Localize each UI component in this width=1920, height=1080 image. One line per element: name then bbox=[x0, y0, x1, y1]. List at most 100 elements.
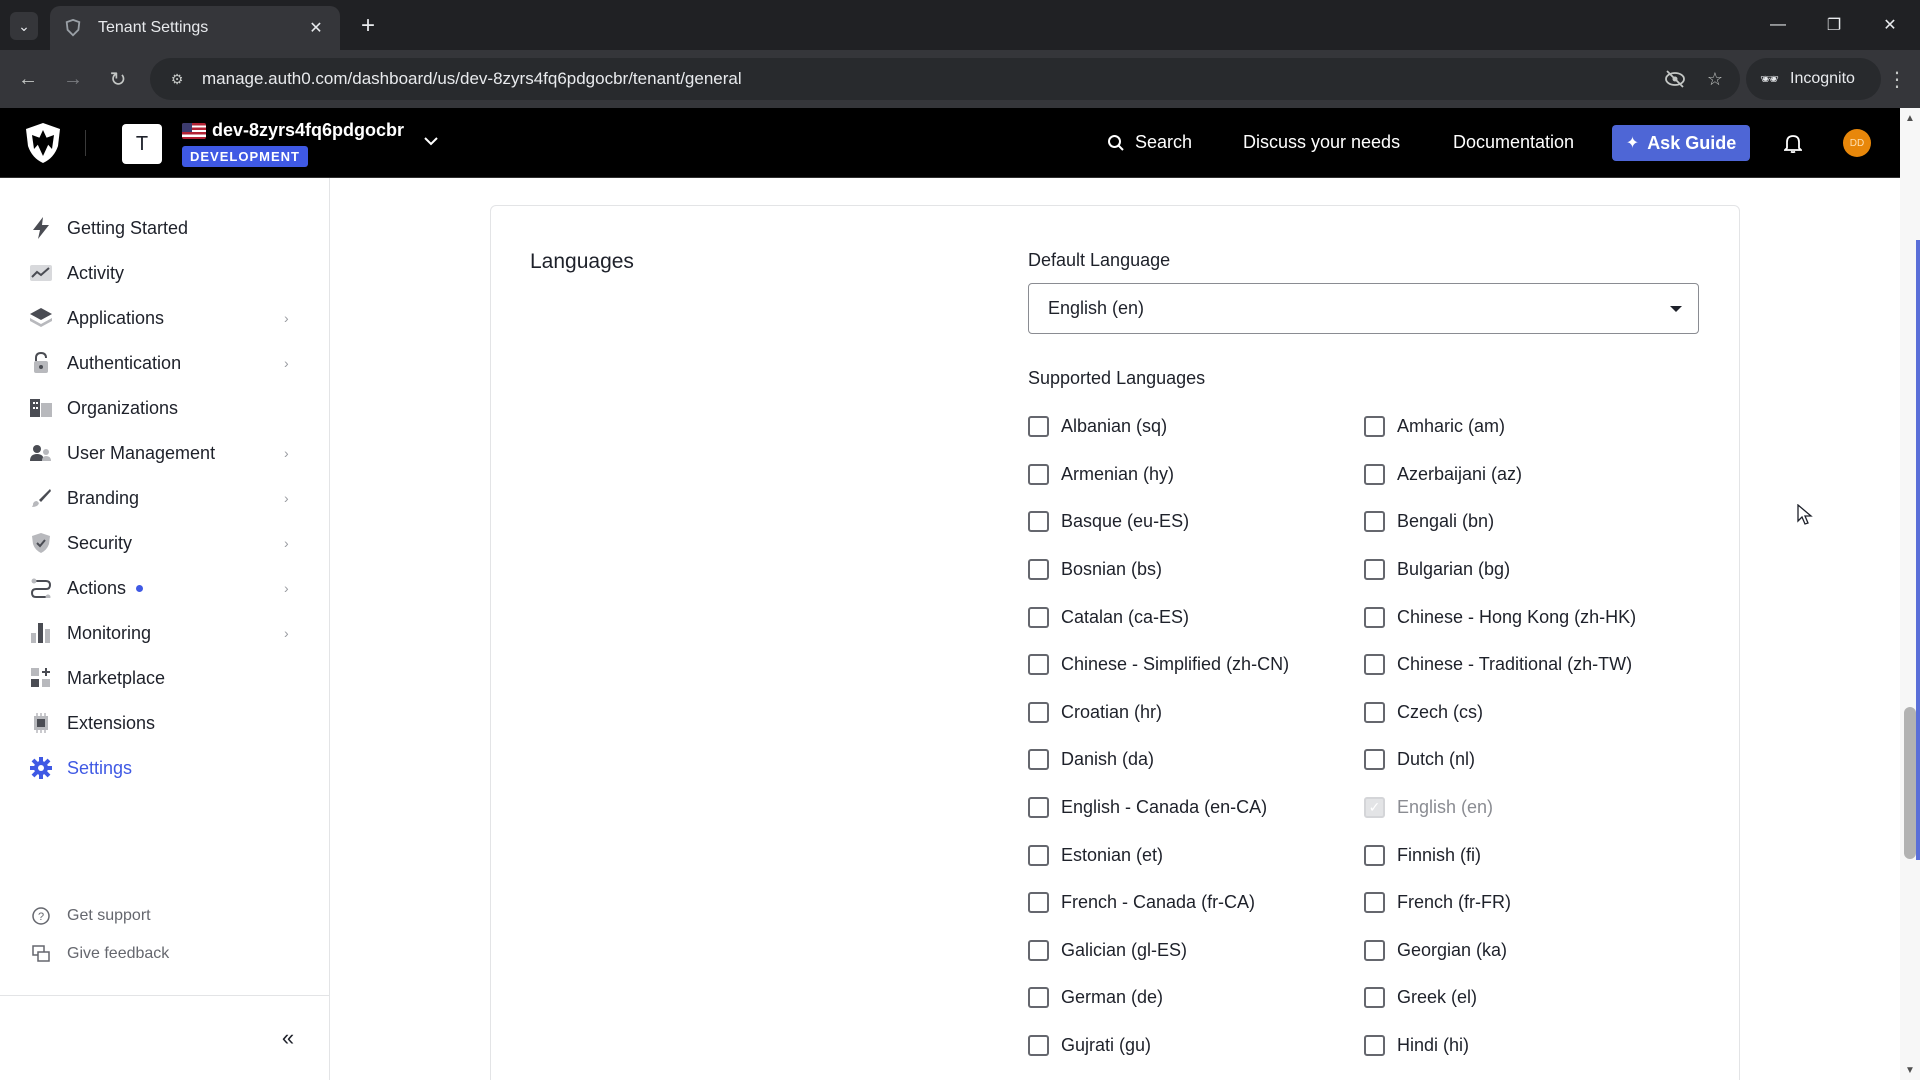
language-checkbox[interactable] bbox=[1028, 654, 1049, 676]
language-option[interactable]: Gujrati (gu) bbox=[1028, 1022, 1364, 1070]
ask-guide-button[interactable]: ✦ Ask Guide bbox=[1612, 125, 1750, 161]
language-checkbox[interactable] bbox=[1364, 654, 1385, 676]
sidebar-item-extensions[interactable]: Extensions bbox=[30, 705, 300, 741]
sidebar-item-branding[interactable]: Branding › bbox=[30, 480, 300, 516]
sidebar-item-marketplace[interactable]: Marketplace bbox=[30, 660, 300, 696]
scroll-thumb[interactable] bbox=[1904, 707, 1916, 859]
sidebar-item-user-management[interactable]: User Management › bbox=[30, 435, 300, 471]
sidebar-item-organizations[interactable]: Organizations bbox=[30, 390, 300, 426]
sidebar-item-applications[interactable]: Applications › bbox=[30, 300, 300, 336]
language-checkbox[interactable] bbox=[1364, 844, 1385, 866]
reload-icon[interactable]: ↻ bbox=[103, 64, 133, 94]
language-checkbox[interactable] bbox=[1028, 511, 1049, 533]
language-checkbox[interactable] bbox=[1028, 463, 1049, 485]
forward-icon[interactable]: → bbox=[58, 64, 88, 94]
discuss-needs-link[interactable]: Discuss your needs bbox=[1243, 132, 1400, 153]
language-checkbox[interactable] bbox=[1028, 892, 1049, 914]
bookmark-star-icon[interactable]: ☆ bbox=[1700, 64, 1730, 94]
language-checkbox[interactable] bbox=[1364, 511, 1385, 533]
language-checkbox[interactable] bbox=[1028, 987, 1049, 1009]
tenant-switcher[interactable]: dev-8zyrs4fq6pdgocbr DEVELOPMENT bbox=[182, 120, 404, 167]
language-option[interactable]: Bulgarian (bg) bbox=[1364, 546, 1700, 594]
language-checkbox[interactable] bbox=[1364, 987, 1385, 1009]
tenant-name[interactable]: dev-8zyrs4fq6pdgocbr bbox=[212, 120, 404, 141]
documentation-link[interactable]: Documentation bbox=[1453, 132, 1574, 153]
language-checkbox[interactable] bbox=[1028, 844, 1049, 866]
default-language-select[interactable]: English (en) bbox=[1028, 283, 1699, 334]
sidebar-item-authentication[interactable]: Authentication › bbox=[30, 345, 300, 381]
language-option[interactable]: Estonian (et) bbox=[1028, 831, 1364, 879]
language-option[interactable]: Chinese - Simplified (zh-CN) bbox=[1028, 641, 1364, 689]
language-checkbox[interactable] bbox=[1364, 559, 1385, 581]
language-option[interactable]: Azerbaijani (az) bbox=[1364, 451, 1700, 499]
incognito-badge[interactable]: 🕶 Incognito bbox=[1746, 58, 1881, 100]
language-option[interactable]: Catalan (ca-ES) bbox=[1028, 593, 1364, 641]
language-checkbox[interactable] bbox=[1364, 749, 1385, 771]
tab-search-icon[interactable]: ⌄ bbox=[10, 12, 38, 40]
language-checkbox[interactable] bbox=[1364, 606, 1385, 628]
language-checkbox[interactable] bbox=[1028, 797, 1049, 819]
tab-close-icon[interactable]: ✕ bbox=[306, 18, 326, 38]
eye-off-icon[interactable] bbox=[1660, 64, 1690, 94]
language-option[interactable]: Czech (cs) bbox=[1364, 689, 1700, 737]
site-info-icon[interactable]: ⚙ bbox=[166, 68, 188, 90]
sidebar-item-actions[interactable]: Actions › bbox=[30, 570, 300, 606]
language-option[interactable]: Hindi (hi) bbox=[1364, 1022, 1700, 1070]
search-button[interactable]: Search bbox=[1107, 132, 1192, 153]
language-checkbox[interactable] bbox=[1364, 416, 1385, 438]
collapse-sidebar-icon[interactable]: « bbox=[276, 1025, 300, 1050]
language-checkbox[interactable] bbox=[1028, 606, 1049, 628]
sidebar-item-settings[interactable]: Settings bbox=[30, 750, 300, 786]
language-checkbox[interactable] bbox=[1028, 1035, 1049, 1057]
sidebar-item-monitoring[interactable]: Monitoring › bbox=[30, 615, 300, 651]
sidebar-item-getting-started[interactable]: Getting Started bbox=[30, 210, 300, 246]
url-text[interactable]: manage.auth0.com/dashboard/us/dev-8zyrs4… bbox=[202, 69, 1660, 89]
language-option[interactable]: German (de) bbox=[1028, 974, 1364, 1022]
address-bar[interactable]: ⚙ manage.auth0.com/dashboard/us/dev-8zyr… bbox=[150, 58, 1740, 100]
language-option[interactable]: Croatian (hr) bbox=[1028, 689, 1364, 737]
language-checkbox[interactable] bbox=[1028, 749, 1049, 771]
language-option[interactable]: Basque (eu-ES) bbox=[1028, 498, 1364, 546]
language-option[interactable]: Bengali (bn) bbox=[1364, 498, 1700, 546]
browser-tab[interactable]: Tenant Settings ✕ bbox=[50, 6, 340, 50]
language-option[interactable]: Bosnian (bs) bbox=[1028, 546, 1364, 594]
language-option[interactable]: English - Canada (en-CA) bbox=[1028, 784, 1364, 832]
language-option[interactable]: Albanian (sq) bbox=[1028, 403, 1364, 451]
language-checkbox[interactable] bbox=[1028, 701, 1049, 723]
language-checkbox[interactable] bbox=[1364, 892, 1385, 914]
language-checkbox[interactable] bbox=[1028, 559, 1049, 581]
give-feedback-link[interactable]: Give feedback bbox=[30, 945, 169, 963]
sidebar-item-activity[interactable]: Activity bbox=[30, 255, 300, 291]
language-option[interactable]: Greek (el) bbox=[1364, 974, 1700, 1022]
chevron-down-icon[interactable] bbox=[420, 130, 442, 152]
sidebar-item-security[interactable]: Security › bbox=[30, 525, 300, 561]
notifications-bell-icon[interactable] bbox=[1780, 130, 1806, 156]
language-option[interactable]: Finnish (fi) bbox=[1364, 831, 1700, 879]
language-option[interactable]: Georgian (ka) bbox=[1364, 927, 1700, 975]
language-checkbox[interactable] bbox=[1364, 939, 1385, 961]
auth0-logo-icon[interactable] bbox=[24, 122, 62, 164]
scroll-down-icon[interactable]: ▼ bbox=[1904, 1064, 1916, 1076]
language-option[interactable]: Chinese - Hong Kong (zh-HK) bbox=[1364, 593, 1700, 641]
language-checkbox[interactable] bbox=[1028, 416, 1049, 438]
language-option[interactable]: Chinese - Traditional (zh-TW) bbox=[1364, 641, 1700, 689]
language-option[interactable]: Galician (gl-ES) bbox=[1028, 927, 1364, 975]
restore-icon[interactable]: ❐ bbox=[1814, 10, 1854, 40]
language-option[interactable]: Dutch (nl) bbox=[1364, 736, 1700, 784]
language-checkbox[interactable] bbox=[1028, 939, 1049, 961]
language-checkbox[interactable] bbox=[1364, 1035, 1385, 1057]
language-checkbox[interactable] bbox=[1364, 463, 1385, 485]
back-icon[interactable]: ← bbox=[13, 64, 43, 94]
language-option[interactable]: Armenian (hy) bbox=[1028, 451, 1364, 499]
language-option[interactable]: French - Canada (fr-CA) bbox=[1028, 879, 1364, 927]
language-checkbox[interactable] bbox=[1364, 701, 1385, 723]
window-close-icon[interactable]: ✕ bbox=[1870, 10, 1910, 40]
language-option[interactable]: Amharic (am) bbox=[1364, 403, 1700, 451]
scroll-up-icon[interactable]: ▲ bbox=[1904, 112, 1916, 124]
tenant-avatar[interactable]: T bbox=[122, 124, 162, 164]
language-option[interactable]: French (fr-FR) bbox=[1364, 879, 1700, 927]
new-tab-icon[interactable]: + bbox=[354, 12, 382, 40]
get-support-link[interactable]: ? Get support bbox=[30, 907, 151, 925]
user-avatar[interactable]: DD bbox=[1843, 129, 1871, 157]
browser-menu-icon[interactable]: ⋮ bbox=[1882, 64, 1912, 94]
